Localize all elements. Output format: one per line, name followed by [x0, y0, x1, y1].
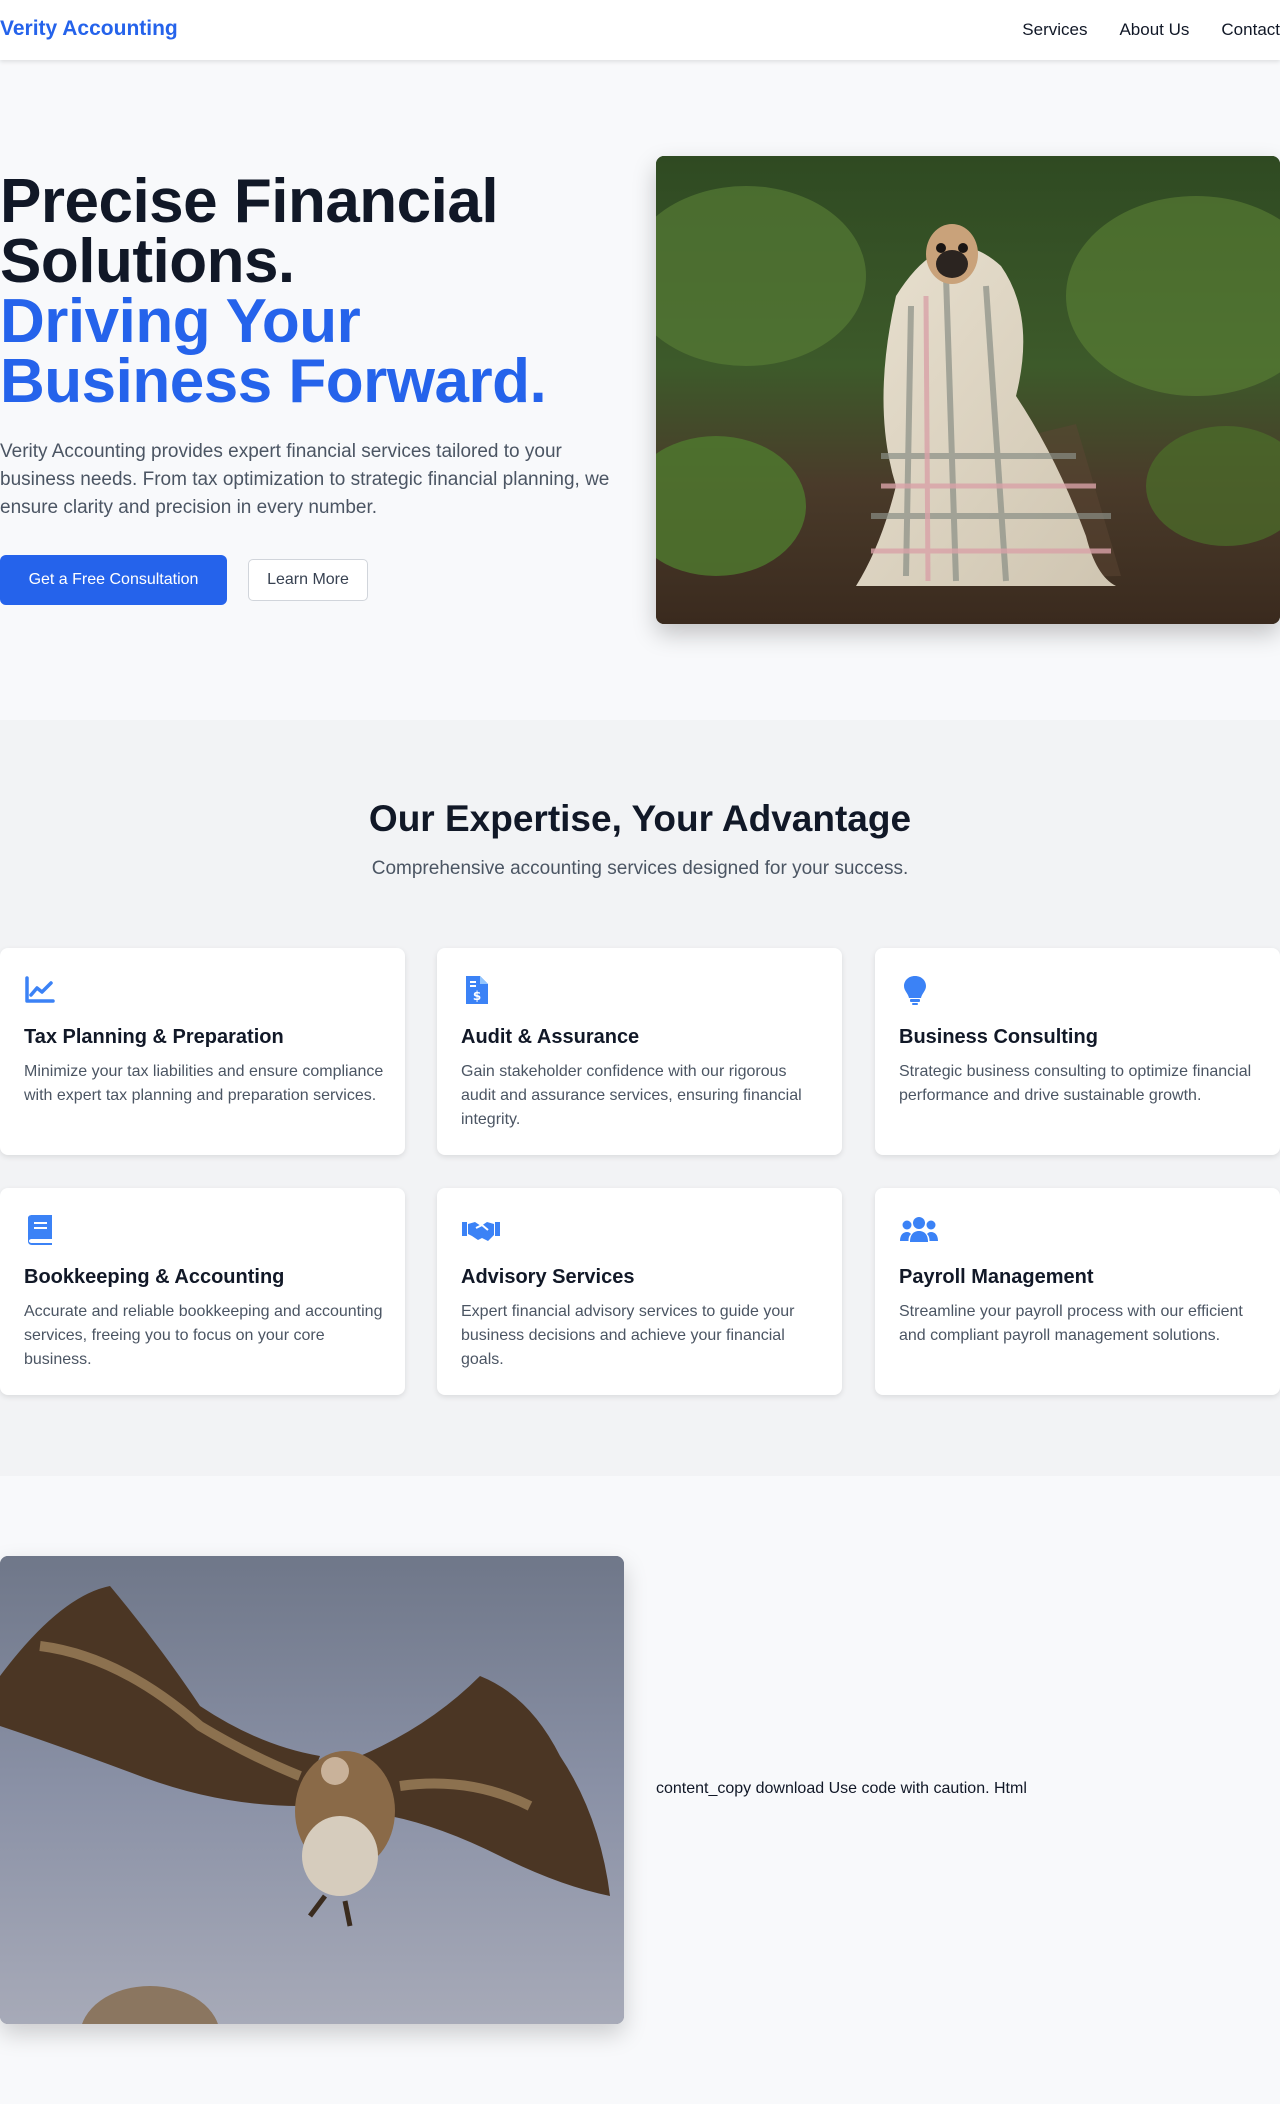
- hero-title: Precise Financial Solutions. Driving You…: [0, 167, 640, 416]
- service-card-audit[interactable]: $ Audit & Assurance Gain stakeholder con…: [437, 948, 842, 1155]
- service-card-title: Tax Planning & Preparation: [24, 1026, 284, 1048]
- services-subtitle: Comprehensive accounting services design…: [371, 858, 909, 879]
- service-card-payroll[interactable]: Payroll Management Streamline your payro…: [875, 1188, 1280, 1395]
- handshake-icon: [462, 1222, 500, 1241]
- vulture-image: [0, 1556, 624, 2024]
- service-card-description: Expert financial advisory services to gu…: [461, 1303, 795, 1368]
- service-card-description: Gain stakeholder confidence with our rig…: [461, 1063, 802, 1128]
- chart-line-icon: [25, 976, 55, 1003]
- invoice-dollar-icon: $: [466, 976, 488, 1004]
- brand-logo[interactable]: Verity Accounting: [0, 17, 178, 41]
- free-consultation-button[interactable]: Get a Free Consultation: [0, 555, 227, 605]
- hero-title-line: Solutions.: [0, 227, 295, 296]
- services-section: Our Expertise, Your Advantage Comprehens…: [0, 720, 1280, 1476]
- service-card-title: Bookkeeping & Accounting: [24, 1266, 285, 1288]
- site-header: Verity Accounting Services About Us Cont…: [0, 0, 1280, 60]
- hero-title-highlight: Business Forward.: [0, 347, 547, 416]
- hero-title-highlight: Driving Your: [0, 287, 361, 356]
- nav-link-about[interactable]: About Us: [1119, 20, 1189, 40]
- service-card-advisory[interactable]: Advisory Services Expert financial advis…: [437, 1188, 842, 1395]
- services-title: Our Expertise, Your Advantage: [368, 798, 912, 839]
- service-card-description: Streamline your payroll process with our…: [899, 1303, 1243, 1344]
- lightbulb-icon: [904, 976, 926, 1005]
- hero-description: Verity Accounting provides expert financ…: [0, 441, 610, 518]
- service-card-description: Minimize your tax liabilities and ensure…: [24, 1063, 384, 1104]
- service-card-title: Business Consulting: [899, 1026, 1098, 1048]
- nav-link-services[interactable]: Services: [1022, 20, 1087, 40]
- hero-title-line: Precise Financial: [0, 167, 499, 236]
- hero-image: [656, 156, 1280, 624]
- service-card-consulting[interactable]: Business Consulting Strategic business c…: [875, 948, 1280, 1155]
- svg-text:$: $: [473, 989, 481, 1003]
- service-card-bookkeeping[interactable]: Bookkeeping & Accounting Accurate and re…: [0, 1188, 405, 1395]
- main-nav: Services About Us Contact: [990, 20, 1280, 40]
- service-card-description: Accurate and reliable bookkeeping and ac…: [24, 1303, 383, 1368]
- service-card-tax[interactable]: Tax Planning & Preparation Minimize your…: [0, 948, 405, 1155]
- nav-link-contact[interactable]: Contact: [1221, 20, 1280, 40]
- book-icon: [28, 1215, 52, 1245]
- service-card-title: Audit & Assurance: [461, 1026, 640, 1048]
- learn-more-button[interactable]: Learn More: [248, 559, 368, 601]
- pug-in-blanket-photo: [656, 156, 1280, 624]
- users-icon: [900, 1217, 938, 1242]
- stray-code-caption: content_copy download Use code with caut…: [656, 1780, 1027, 1797]
- vulture-in-flight-photo: [0, 1556, 624, 2024]
- service-card-title: Payroll Management: [899, 1266, 1094, 1288]
- service-card-description: Strategic business consulting to optimiz…: [899, 1063, 1252, 1104]
- service-card-title: Advisory Services: [461, 1266, 635, 1288]
